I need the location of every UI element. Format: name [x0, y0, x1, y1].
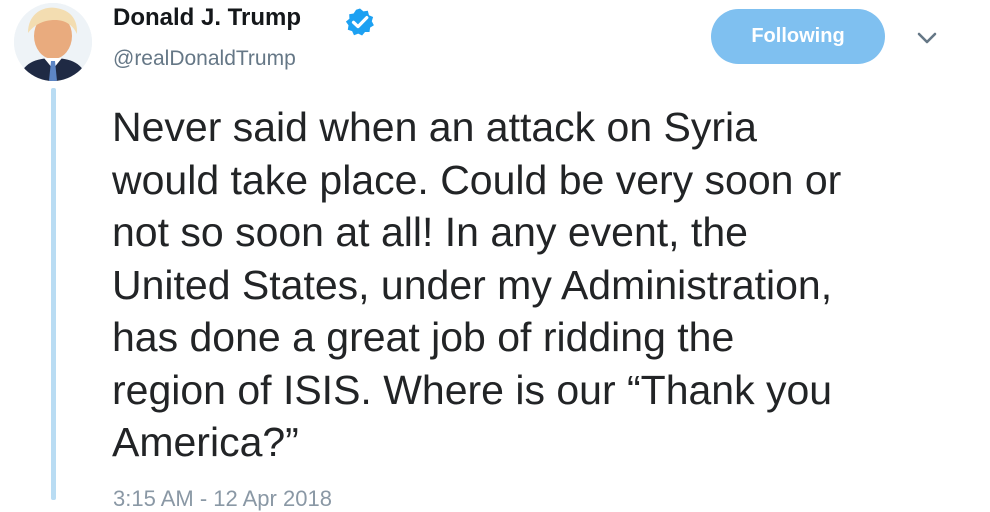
tweet-text-line: not so soon at all! In any event, the [112, 209, 748, 255]
author-username[interactable]: @realDonaldTrump [113, 47, 296, 71]
tweet-text-line: America?” [112, 419, 299, 465]
tweet-text-line: Never said when an attack on Syria [112, 104, 757, 150]
avatar[interactable] [14, 3, 92, 81]
tweet-text-line: United States, under my Administration, [112, 261, 833, 308]
tweet-text-line: has done a great job of ridding the [112, 314, 735, 360]
chevron-down-icon[interactable] [912, 26, 942, 50]
verified-badge-icon [345, 8, 374, 36]
tweet-timestamp[interactable]: 3:15 AM - 12 Apr 2018 [113, 486, 332, 512]
author-display-name[interactable]: Donald J. Trump [113, 4, 301, 32]
profile-photo-icon [14, 3, 92, 81]
tweet-text-line: region of ISIS. Where is our “Thank you [112, 366, 833, 413]
thread-connector-line [51, 88, 56, 500]
following-button[interactable]: Following [711, 9, 885, 64]
tweet-text: Never said when an attack on Syria would… [112, 101, 972, 469]
tweet-text-line: would take place. Could be very soon or [112, 156, 842, 203]
